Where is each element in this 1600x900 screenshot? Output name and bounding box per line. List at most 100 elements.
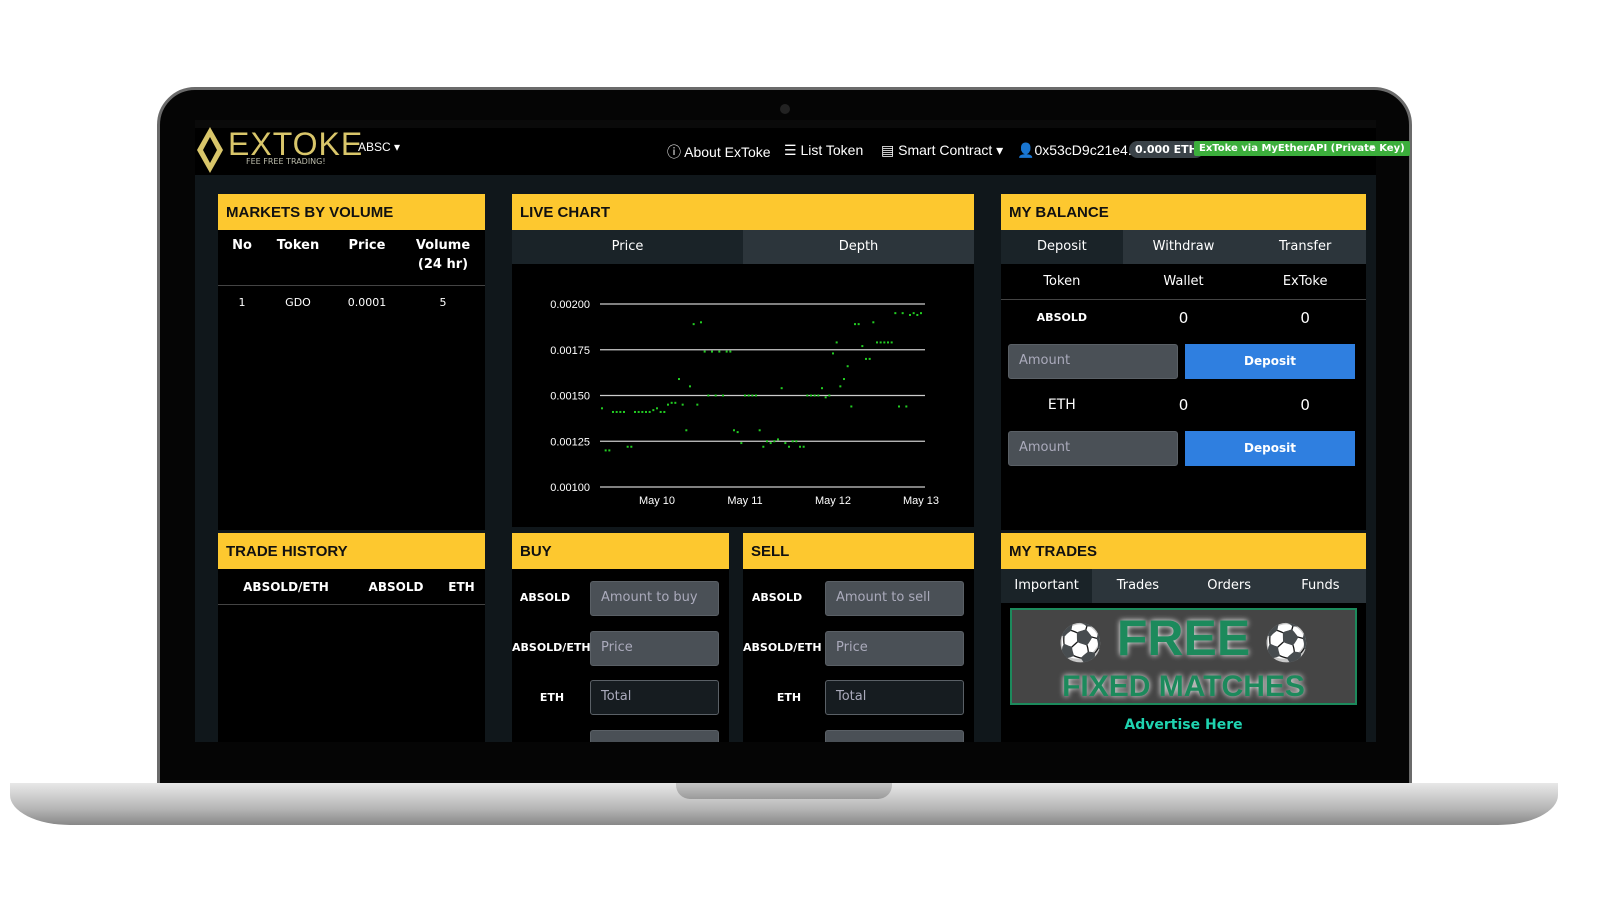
tab-important[interactable]: Important — [1001, 569, 1093, 603]
data-point — [784, 442, 787, 445]
data-point — [729, 350, 732, 353]
tab-orders[interactable]: Orders — [1184, 569, 1275, 603]
data-point — [894, 312, 897, 315]
data-point — [824, 396, 827, 399]
y-tick-label: 0.00100 — [550, 482, 590, 494]
market-row[interactable]: 1 GDO 0.0001 5 — [218, 286, 485, 319]
nav-smart-contract[interactable]: ▤ Smart Contract ▾ — [881, 142, 1003, 159]
x-tick-label: May 11 — [727, 495, 762, 507]
data-point — [909, 313, 911, 316]
data-point — [604, 449, 607, 452]
tab-trades[interactable]: Trades — [1092, 569, 1183, 603]
data-point — [722, 394, 724, 397]
data-point — [879, 341, 882, 344]
data-point — [843, 378, 845, 381]
live-chart-panel: LIVE CHART Price Depth 0.00100 0.00125 0.00… — [512, 194, 974, 527]
buy-total-input[interactable]: Total — [590, 680, 719, 715]
wallet-eth: 0 — [1178, 396, 1189, 414]
token-eth: ETH — [1047, 397, 1076, 413]
live-chart-title: LIVE CHART — [512, 194, 974, 230]
tab-price[interactable]: Price — [512, 230, 743, 264]
data-point — [711, 350, 713, 353]
data-point — [868, 357, 871, 360]
col-volume[interactable]: Volume (24 hr) — [404, 236, 482, 277]
document-icon: ▤ — [881, 142, 899, 158]
sell-extra-input[interactable] — [825, 730, 964, 742]
data-point — [612, 410, 614, 413]
balance-panel: MY BALANCE Deposit Withdraw Transfer Token… — [1001, 194, 1366, 530]
data-point — [700, 321, 702, 324]
sell-price-input[interactable]: Price — [825, 631, 964, 666]
sell-amount-input[interactable]: Amount to sell — [825, 581, 964, 616]
col-eth[interactable]: ETH — [438, 569, 485, 604]
y-tick-label: 0.00125 — [550, 436, 590, 448]
data-point — [773, 440, 776, 443]
col-no[interactable]: No — [218, 238, 266, 277]
amount-input-eth[interactable]: Amount — [1008, 431, 1178, 466]
tab-depth[interactable]: Depth — [743, 230, 974, 264]
ad-banner[interactable]: ⚽ FREE ⚽ FIXED MATCHES — [1010, 608, 1357, 705]
wallet-absold: 0 — [1178, 309, 1189, 327]
sell-total-input[interactable]: Total — [825, 680, 964, 715]
data-point — [740, 442, 743, 445]
cell-no: 1 — [238, 296, 246, 309]
buy-amount-input[interactable]: Amount to buy — [590, 581, 719, 616]
list-icon: ☰ — [784, 142, 801, 158]
data-point — [769, 442, 772, 445]
data-point — [905, 405, 908, 408]
logo-tagline: FEE FREE TRADING! — [246, 157, 326, 166]
extoke-eth: 0 — [1300, 396, 1310, 414]
user-icon: 👤 — [1017, 142, 1035, 158]
deposit-button-eth[interactable]: Deposit — [1185, 431, 1355, 466]
data-point — [619, 410, 622, 413]
data-point — [813, 394, 816, 397]
nav-list-token[interactable]: ☰ List Token — [784, 142, 863, 159]
col-absold[interactable]: ABSOLD — [354, 569, 438, 604]
data-point — [817, 394, 820, 397]
data-point — [725, 350, 728, 353]
nav-about[interactable]: ⓘ About ExToke — [667, 142, 771, 162]
data-point — [703, 350, 706, 353]
nav-account[interactable]: 👤0x53cD9c21e4... — [1017, 142, 1140, 159]
tab-withdraw[interactable]: Withdraw — [1123, 230, 1245, 264]
data-point — [630, 445, 633, 448]
data-point — [916, 313, 919, 316]
market-select[interactable]: ABSC ▾ — [358, 140, 400, 154]
data-point — [890, 341, 893, 344]
amount-input-absold[interactable]: Amount — [1008, 344, 1178, 379]
tab-transfer[interactable]: Transfer — [1244, 230, 1366, 264]
col-pair[interactable]: ABSOLD/ETH — [218, 569, 354, 604]
tab-deposit[interactable]: Deposit — [1001, 230, 1123, 264]
data-point — [846, 365, 849, 368]
data-point — [707, 394, 710, 397]
data-point — [755, 394, 757, 397]
logo[interactable] — [197, 127, 223, 177]
eth-balance-badge: 0.000 ETH — [1129, 141, 1204, 158]
data-point — [751, 394, 754, 397]
data-point — [835, 341, 838, 344]
data-point — [839, 385, 842, 388]
tab-funds[interactable]: Funds — [1275, 569, 1366, 603]
account-caret-icon[interactable]: ▾ — [1370, 143, 1375, 153]
buy-extra-input[interactable] — [590, 730, 719, 742]
data-point — [802, 445, 805, 448]
cell-price: 0.0001 — [347, 296, 387, 309]
my-trades-panel: MY TRADES Important Trades Orders Funds ⚽ F… — [1001, 533, 1366, 742]
col-price[interactable]: Price — [330, 238, 404, 277]
data-point — [667, 403, 669, 406]
data-point — [645, 410, 647, 413]
api-badge[interactable]: ExToke via MyEtherAPI (Private Key) — [1194, 141, 1410, 156]
data-point — [854, 323, 856, 326]
data-point — [608, 449, 611, 452]
col-token[interactable]: Token — [266, 238, 330, 277]
data-point — [733, 429, 735, 432]
buy-price-input[interactable]: Price — [590, 631, 719, 666]
ad-line1: FREE — [1116, 610, 1251, 666]
data-point — [898, 405, 900, 408]
token-absold: ABSOLD — [1036, 311, 1087, 324]
data-point — [634, 410, 636, 413]
deposit-button-absold[interactable]: Deposit — [1185, 344, 1355, 379]
camera — [780, 104, 790, 114]
data-point — [674, 401, 677, 404]
advertise-link[interactable]: Advertise Here — [1001, 717, 1366, 733]
